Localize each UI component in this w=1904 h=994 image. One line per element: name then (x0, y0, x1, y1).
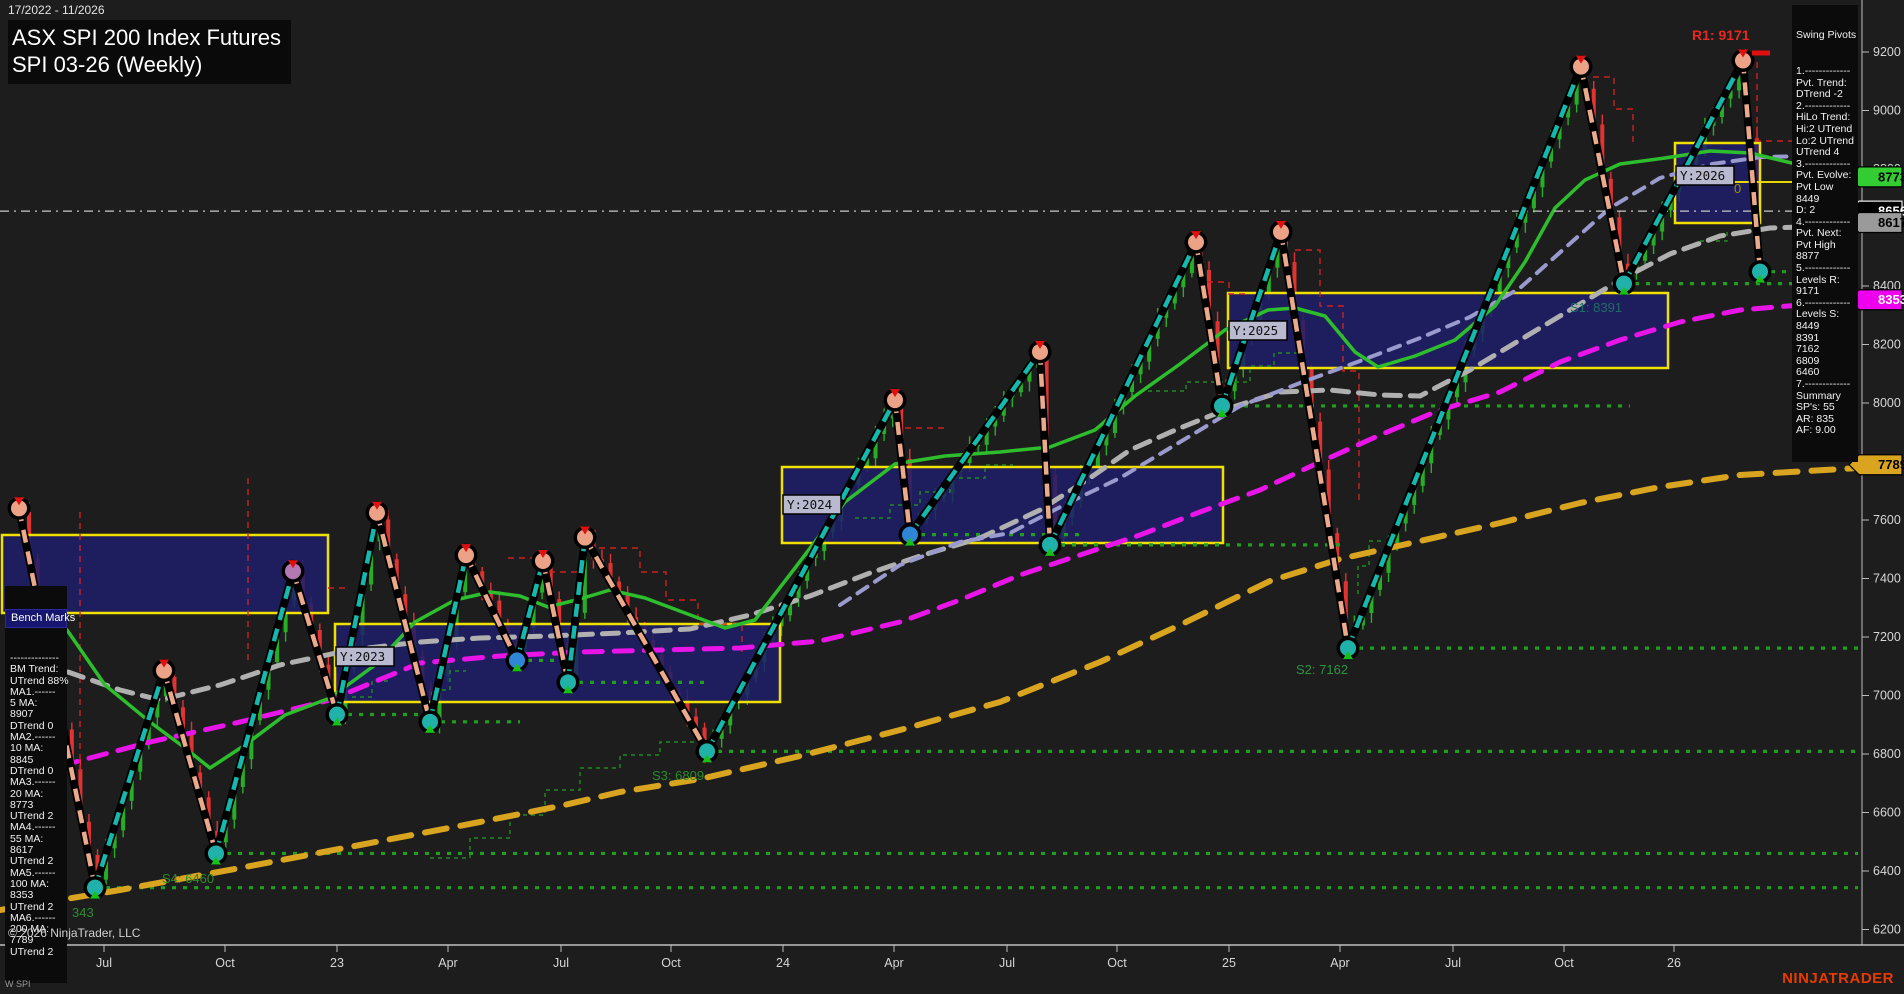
chart-title: ASX SPI 200 Index Futures SPI 03-26 (Wee… (8, 20, 291, 84)
level-label: 343 (72, 905, 94, 920)
swing-pivots-panel: Swing Pivots 1.-------------Pvt. Trend:D… (1792, 5, 1858, 462)
swing-pivots-panel-title: Swing Pivots (1796, 30, 1854, 43)
swing-pivots-panel-body: 1.-------------Pvt. Trend:DTrend -22.---… (1796, 66, 1854, 437)
date-range-label: 17/2022 - 11/2026 (8, 3, 291, 17)
copyright-label: © 2026 NinjaTrader, LLC (8, 926, 140, 940)
price-tag-value: 8353 (1878, 292, 1904, 307)
level-label: S4: 6460 (162, 871, 214, 886)
price-tick-label: 7600 (1873, 513, 1901, 527)
time-tick-label: 26 (1667, 956, 1681, 970)
time-tick-label: Oct (215, 956, 235, 970)
price-tick-label: 7000 (1873, 689, 1901, 703)
panel-line: MA3.------ (10, 777, 62, 788)
time-tick-label: Apr (1330, 956, 1349, 970)
chart-title-line2: SPI 03-26 (Weekly) (12, 51, 281, 78)
year-chip-label: Y:2025 (1233, 323, 1278, 338)
price-tick-label: 7200 (1873, 630, 1901, 644)
ninjatrader-logo: NINJATRADER (1782, 970, 1894, 987)
price-tick-label: 9000 (1873, 104, 1901, 118)
year-chip-label: Y:2023 (340, 649, 385, 664)
time-tick-label: Oct (661, 956, 681, 970)
year-box (782, 467, 1223, 543)
level-label: R1: 9171 (1692, 27, 1750, 43)
ninjatrader-chart-window: R1: 9171 S1: 8391 S2: 7162 S3: 6809 S4: 6460… (0, 0, 1904, 994)
year-chip-label: Y:2026 (1680, 168, 1725, 183)
panel-line: D: 2 (1796, 205, 1854, 217)
panel-line: Pvt Low (1796, 182, 1854, 194)
time-tick-label: Jul (96, 956, 112, 970)
panel-line: Hi:2 UTrend (1796, 124, 1854, 136)
price-tick-label: 8000 (1873, 396, 1901, 410)
price-tick-label: 9200 (1873, 45, 1901, 59)
time-tick-label: 24 (776, 956, 790, 970)
price-tick-label: 7400 (1873, 572, 1901, 586)
panel-line: 1.------------- (1796, 66, 1854, 78)
chart-canvas[interactable]: R1: 9171 S1: 8391 S2: 7162 S3: 6809 S4: 6460… (0, 0, 1904, 994)
instrument-tab[interactable]: W SPI (5, 979, 31, 989)
panel-line: 10 MA: (10, 743, 62, 754)
panel-line: UTrend 2 (10, 856, 62, 867)
bench-marks-panel-body: --------------BM Trend:UTrend 88%MA1.---… (5, 651, 67, 960)
time-tick-label: Apr (438, 956, 457, 970)
time-tick-label: Jul (553, 956, 569, 970)
price-tick-label: 8200 (1873, 338, 1901, 352)
price-tick-label: 6400 (1873, 864, 1901, 878)
time-tick-label: Jul (1445, 956, 1461, 970)
chart-title-line1: ASX SPI 200 Index Futures (12, 24, 281, 51)
level-label: 0 (1734, 181, 1741, 196)
panel-line: 8449 (1796, 321, 1854, 333)
level-label: S1: 8391 (1570, 300, 1622, 315)
panel-line: 7.------------- (1796, 379, 1854, 391)
bench-marks-panel-title: Bench Marks (5, 609, 67, 628)
time-tick-label: Oct (1107, 956, 1127, 970)
time-tick-label: 25 (1222, 956, 1236, 970)
price-tick-label: 6200 (1873, 923, 1901, 937)
panel-line: DTrend -2 (1796, 89, 1854, 101)
time-tick-label: Jul (999, 956, 1015, 970)
panel-line: UTrend 4 (1796, 147, 1854, 159)
price-tick-label: 6800 (1873, 747, 1901, 761)
year-chip-label: Y:2024 (787, 497, 832, 512)
price-tick-label: 6600 (1873, 806, 1901, 820)
time-tick-label: 23 (330, 956, 344, 970)
panel-line: BM Trend: (10, 664, 62, 675)
level-label: S3: 6809 (652, 768, 704, 783)
bench-marks-panel: Bench Marks --------------BM Trend:UTren… (5, 586, 67, 983)
title-area: 17/2022 - 11/2026 ASX SPI 200 Index Futu… (8, 3, 291, 84)
time-tick-label: Oct (1554, 956, 1574, 970)
panel-line: 8353 (10, 890, 62, 901)
price-tag-value: 8617 (1878, 215, 1904, 230)
time-tick-label: Apr (884, 956, 903, 970)
panel-line: AF: 9.00 (1796, 425, 1854, 437)
price-tag-value: 8773 (1878, 169, 1904, 184)
panel-line: UTrend 2 (10, 947, 62, 958)
panel-line: 5.------------- (1796, 263, 1854, 275)
price-tag-value: 7789 (1878, 457, 1904, 472)
level-label: S2: 7162 (1296, 662, 1348, 677)
